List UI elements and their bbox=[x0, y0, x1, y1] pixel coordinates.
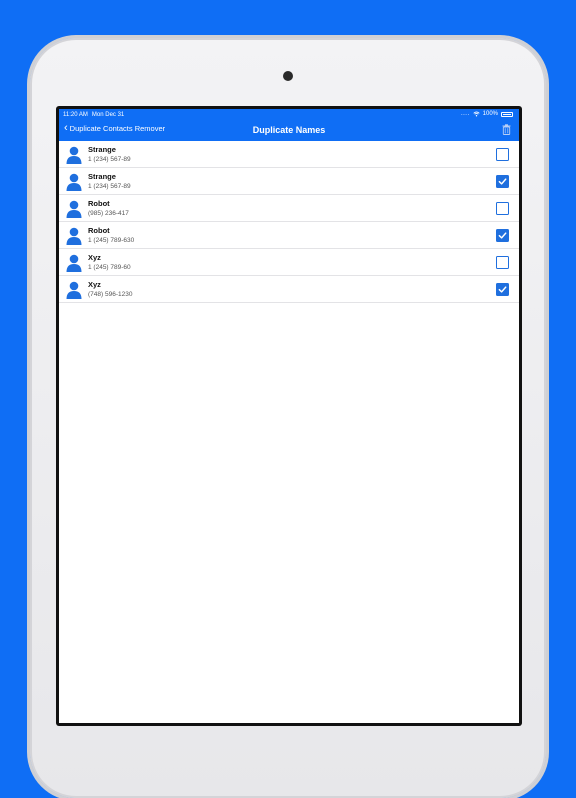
contact-phone: 1 (245) 789-630 bbox=[88, 237, 135, 244]
select-checkbox[interactable] bbox=[496, 148, 509, 161]
contact-name: Robot bbox=[88, 199, 110, 208]
contact-phone: 1 (234) 567-89 bbox=[88, 183, 131, 190]
person-icon bbox=[66, 281, 82, 299]
person-icon bbox=[66, 146, 82, 164]
list-item[interactable]: Xyz (748) 596-1230 bbox=[59, 276, 519, 303]
contact-phone: 1 (245) 789-60 bbox=[88, 264, 131, 271]
contacts-list: Strange 1 (234) 567-89 Strange 1 (234) 5… bbox=[59, 141, 519, 303]
battery-icon bbox=[501, 111, 513, 117]
person-icon bbox=[66, 173, 82, 191]
contact-name: Strange bbox=[88, 145, 116, 154]
checkmark-icon bbox=[498, 232, 507, 239]
list-item[interactable]: Strange 1 (234) 567-89 bbox=[59, 168, 519, 195]
battery-percent: 100% bbox=[482, 111, 498, 117]
contact-phone: (748) 596-1230 bbox=[88, 291, 133, 298]
select-checkbox[interactable] bbox=[496, 229, 509, 242]
contact-name: Xyz bbox=[88, 253, 101, 262]
status-time: 11:20 AM bbox=[63, 111, 88, 118]
person-icon bbox=[66, 254, 82, 272]
list-item[interactable]: Xyz 1 (245) 789-60 bbox=[59, 249, 519, 276]
select-checkbox[interactable] bbox=[496, 283, 509, 296]
list-item[interactable]: Robot (985) 236-417 bbox=[59, 195, 519, 222]
checkmark-icon bbox=[498, 178, 507, 185]
contact-name: Xyz bbox=[88, 280, 101, 289]
list-item[interactable]: Robot 1 (245) 789-630 bbox=[59, 222, 519, 249]
person-icon bbox=[66, 200, 82, 218]
person-icon bbox=[66, 227, 82, 245]
checkmark-icon bbox=[498, 286, 507, 293]
trash-icon[interactable] bbox=[502, 124, 511, 135]
contact-phone: (985) 236-417 bbox=[88, 210, 129, 217]
status-right: .... 100% bbox=[461, 111, 513, 117]
select-checkbox[interactable] bbox=[496, 256, 509, 269]
select-checkbox[interactable] bbox=[496, 175, 509, 188]
list-item[interactable]: Strange 1 (234) 567-89 bbox=[59, 141, 519, 168]
status-bar: 11:20 AM Mon Dec 31 .... 100% bbox=[59, 109, 519, 120]
app-screen: 11:20 AM Mon Dec 31 .... 100% ‹ Duplicat… bbox=[59, 109, 519, 723]
signal-dots-icon: .... bbox=[460, 111, 470, 117]
status-date: Mon Dec 31 bbox=[91, 111, 125, 118]
wifi-icon bbox=[473, 111, 480, 117]
page-title: Duplicate Names bbox=[252, 125, 326, 135]
select-checkbox[interactable] bbox=[496, 202, 509, 215]
navigation-bar: ‹ Duplicate Contacts Remover Duplicate N… bbox=[59, 120, 519, 141]
front-camera bbox=[283, 71, 293, 81]
contact-name: Robot bbox=[88, 226, 110, 235]
contact-phone: 1 (234) 567-89 bbox=[88, 156, 131, 163]
contact-name: Strange bbox=[88, 172, 116, 181]
